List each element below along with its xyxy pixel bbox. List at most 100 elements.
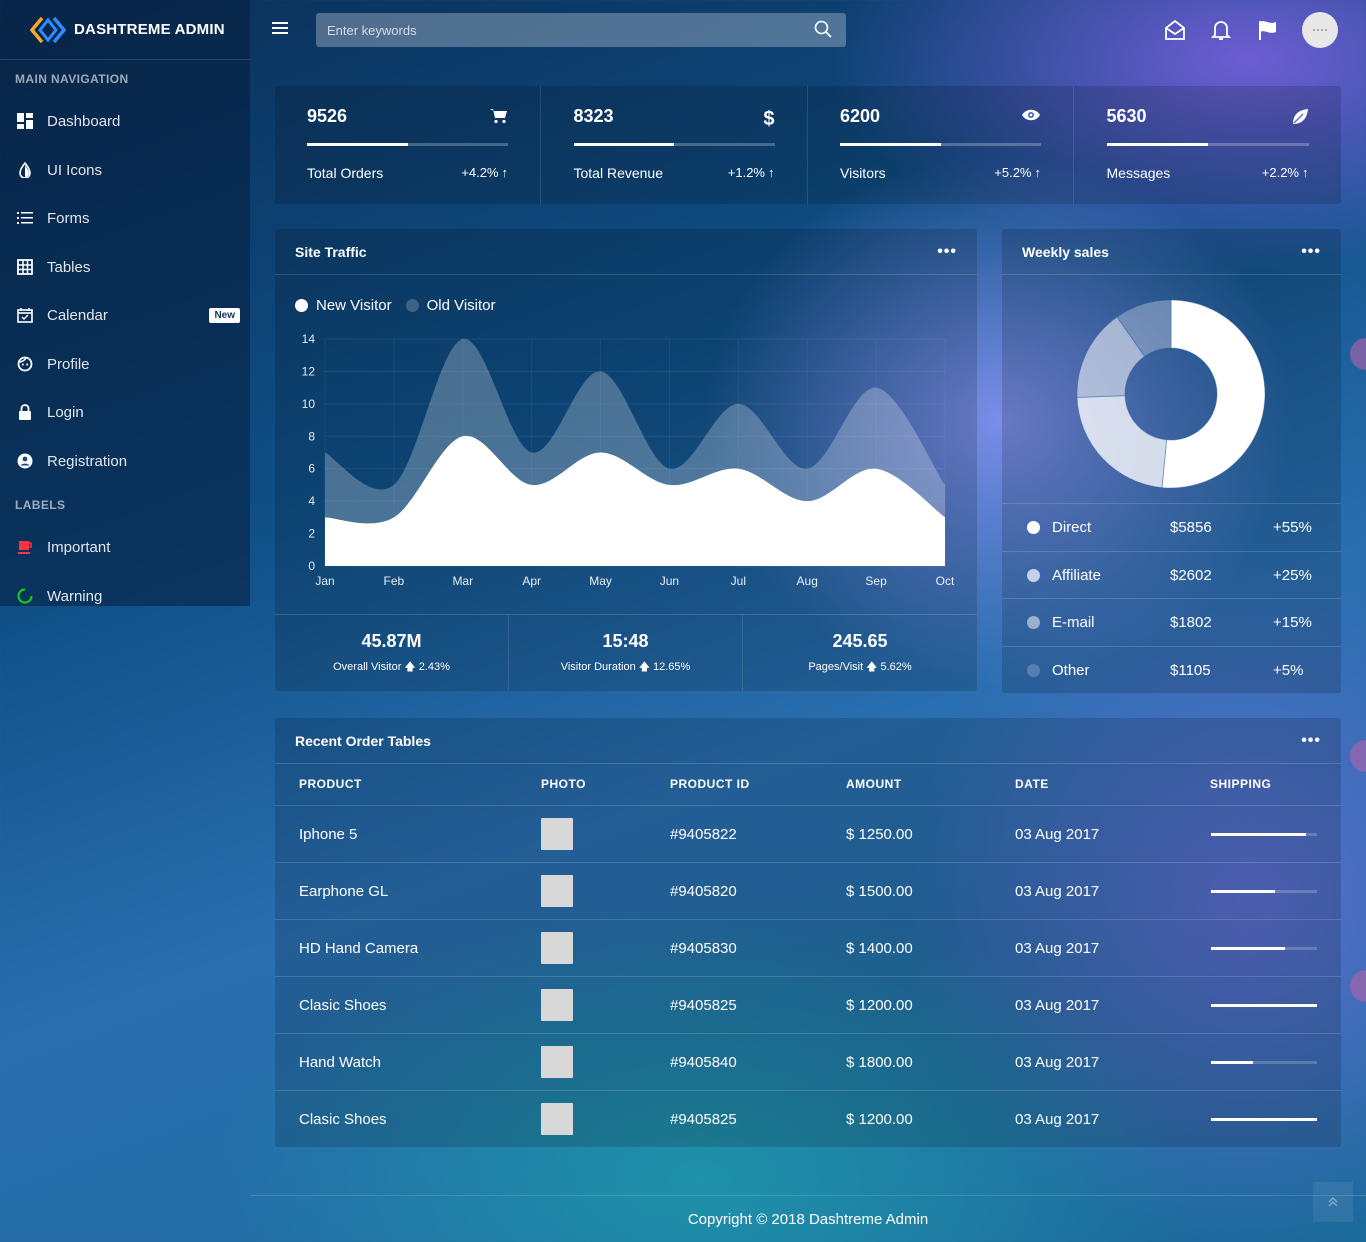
order-date: 03 Aug 2017 xyxy=(1015,826,1100,843)
sidebar-item-dashboard[interactable]: Dashboard xyxy=(0,101,250,141)
lock-icon xyxy=(16,403,34,421)
product-id: #9405820 xyxy=(670,883,737,900)
translate-widget-icon[interactable] xyxy=(1350,740,1366,772)
x-tick-label: Jul xyxy=(731,574,746,588)
arrow-up-icon: ↑ xyxy=(768,165,775,180)
stat-value: 8323 xyxy=(573,106,614,126)
summary-label: Visitor Duration xyxy=(560,661,636,673)
table-row[interactable]: Clasic Shoes #9405825 $ 1200.00 03 Aug 2017 xyxy=(275,1090,1341,1147)
shipping-progress-fill xyxy=(1211,890,1275,893)
summary-label: Pages/Visit xyxy=(808,661,864,673)
table-row[interactable]: Earphone GL #9405820 $ 1500.00 03 Aug 2017 xyxy=(275,862,1341,919)
label-item-warning[interactable]: Warning xyxy=(0,576,250,616)
shipping-progress xyxy=(1211,833,1317,836)
sidebar-item-tables[interactable]: Tables xyxy=(0,247,250,287)
traffic-chart: 0 2 4 6 8 10 12 14 Jan Feb Mar Apr May Jun Jul Aug Sep Oc… xyxy=(302,332,955,588)
sidebar-item-login[interactable]: Login xyxy=(0,392,250,432)
legend-item[interactable]: New Visitor xyxy=(295,297,392,314)
order-amount: $ 1500.00 xyxy=(846,883,913,900)
site-traffic-card: Site Traffic ••• New Visitor Old Visitor… xyxy=(275,229,977,691)
translate-widget-icon[interactable] xyxy=(1350,338,1366,370)
label-item-text: Important xyxy=(47,538,111,556)
sidebar-item-label: Registration xyxy=(47,452,128,470)
product-id: #9405830 xyxy=(670,940,737,957)
sidebar-item-registration[interactable]: Registration xyxy=(0,441,250,481)
product-name: Iphone 5 xyxy=(299,826,358,843)
envelope-open-icon[interactable] xyxy=(1164,19,1186,46)
label-item-important[interactable]: Important xyxy=(0,527,250,567)
sidebar-item-calendar[interactable]: Calendar New xyxy=(0,295,250,335)
shipping-progress xyxy=(1211,947,1317,950)
sales-channel: Affiliate xyxy=(1052,566,1101,584)
coffee-icon xyxy=(16,538,34,556)
dollar-icon: $ xyxy=(763,108,775,130)
x-tick-label: Feb xyxy=(384,574,405,588)
more-options-icon[interactable]: ••• xyxy=(1301,243,1321,260)
card-title: Site Traffic xyxy=(295,243,367,260)
translate-widget-icon[interactable] xyxy=(1350,970,1366,1002)
sidebar-item-forms[interactable]: Forms xyxy=(0,198,250,238)
flag-icon[interactable] xyxy=(1257,19,1279,46)
menu-toggle-icon[interactable] xyxy=(272,21,288,40)
calendar-icon xyxy=(16,306,34,324)
weekly-sales-donut xyxy=(1076,299,1266,489)
sidebar-item-label: Profile xyxy=(47,355,90,373)
table-row[interactable]: Hand Watch #9405840 $ 1800.00 03 Aug 2017 xyxy=(275,1033,1341,1090)
table-row[interactable]: Clasic Shoes #9405825 $ 1200.00 03 Aug 2017 xyxy=(275,976,1341,1033)
product-photo xyxy=(541,1046,573,1078)
column-header[interactable]: SHIPPING xyxy=(1210,763,1271,805)
y-tick-label: 6 xyxy=(308,462,315,476)
donut-slice[interactable] xyxy=(1076,395,1168,489)
order-amount: $ 1250.00 xyxy=(846,826,913,843)
summary-label-row: Overall Visitor 🡅 2.43% xyxy=(275,658,508,677)
y-tick-label: 4 xyxy=(308,494,315,508)
column-header[interactable]: PHOTO xyxy=(541,763,586,805)
x-tick-label: May xyxy=(589,574,612,588)
sidebar-item-ui-icons[interactable]: UI Icons xyxy=(0,150,250,190)
search-input[interactable] xyxy=(316,13,796,47)
stat-label: Visitors xyxy=(840,165,886,181)
table-row[interactable]: Iphone 5 #9405822 $ 1250.00 03 Aug 2017 xyxy=(275,805,1341,862)
y-tick-label: 8 xyxy=(308,429,315,443)
column-header[interactable]: PRODUCT ID xyxy=(670,763,750,805)
search-icon[interactable] xyxy=(814,20,832,43)
column-header[interactable]: DATE xyxy=(1015,763,1049,805)
legend-dot xyxy=(1027,521,1040,534)
contrast-icon xyxy=(16,161,34,179)
summary-value: 45.87M xyxy=(361,631,422,651)
column-header[interactable]: PRODUCT xyxy=(299,763,362,805)
dashboard-icon xyxy=(16,112,34,130)
stat-label: Total Revenue xyxy=(573,165,664,181)
order-date: 03 Aug 2017 xyxy=(1015,1054,1100,1071)
double-chevron-up-icon xyxy=(1328,1197,1338,1207)
stat-delta: +4.2% ↑ xyxy=(461,165,508,180)
product-id: #9405840 xyxy=(670,1054,737,1071)
search-bar xyxy=(316,13,846,47)
sales-channel: Other xyxy=(1052,661,1090,679)
table-row[interactable]: HD Hand Camera #9405830 $ 1400.00 03 Aug 20… xyxy=(275,919,1341,976)
more-options-icon[interactable]: ••• xyxy=(1301,732,1321,749)
more-options-icon[interactable]: ••• xyxy=(937,243,957,260)
grid-icon xyxy=(16,258,34,276)
sidebar-item-profile[interactable]: Profile xyxy=(0,344,250,384)
sidebar-item-label: Tables xyxy=(47,258,91,276)
product-name: Clasic Shoes xyxy=(299,1111,387,1128)
face-icon xyxy=(16,355,34,373)
donut-slice[interactable] xyxy=(1161,299,1266,489)
stat-delta-value: +1.2% xyxy=(727,165,765,180)
order-amount: $ 1200.00 xyxy=(846,997,913,1014)
legend-dot xyxy=(1027,663,1040,677)
product-photo xyxy=(541,818,573,850)
x-tick-label: Oct xyxy=(936,574,955,588)
back-to-top-button[interactable] xyxy=(1313,1182,1353,1222)
summary-label: Overall Visitor xyxy=(333,661,402,673)
summary-value: 245.65 xyxy=(832,631,888,651)
column-header[interactable]: AMOUNT xyxy=(846,763,902,805)
sidebar: DASHTREME ADMIN MAIN NAVIGATION Dashboar… xyxy=(0,0,250,606)
bell-icon[interactable] xyxy=(1210,19,1232,46)
x-tick-label: Jun xyxy=(660,574,679,588)
avatar[interactable] xyxy=(1302,12,1338,48)
stat-tile: 6200 Visitors +5.2% ↑ xyxy=(808,86,1074,204)
brand[interactable]: DASHTREME ADMIN xyxy=(0,0,250,60)
legend-item[interactable]: Old Visitor xyxy=(405,297,496,314)
